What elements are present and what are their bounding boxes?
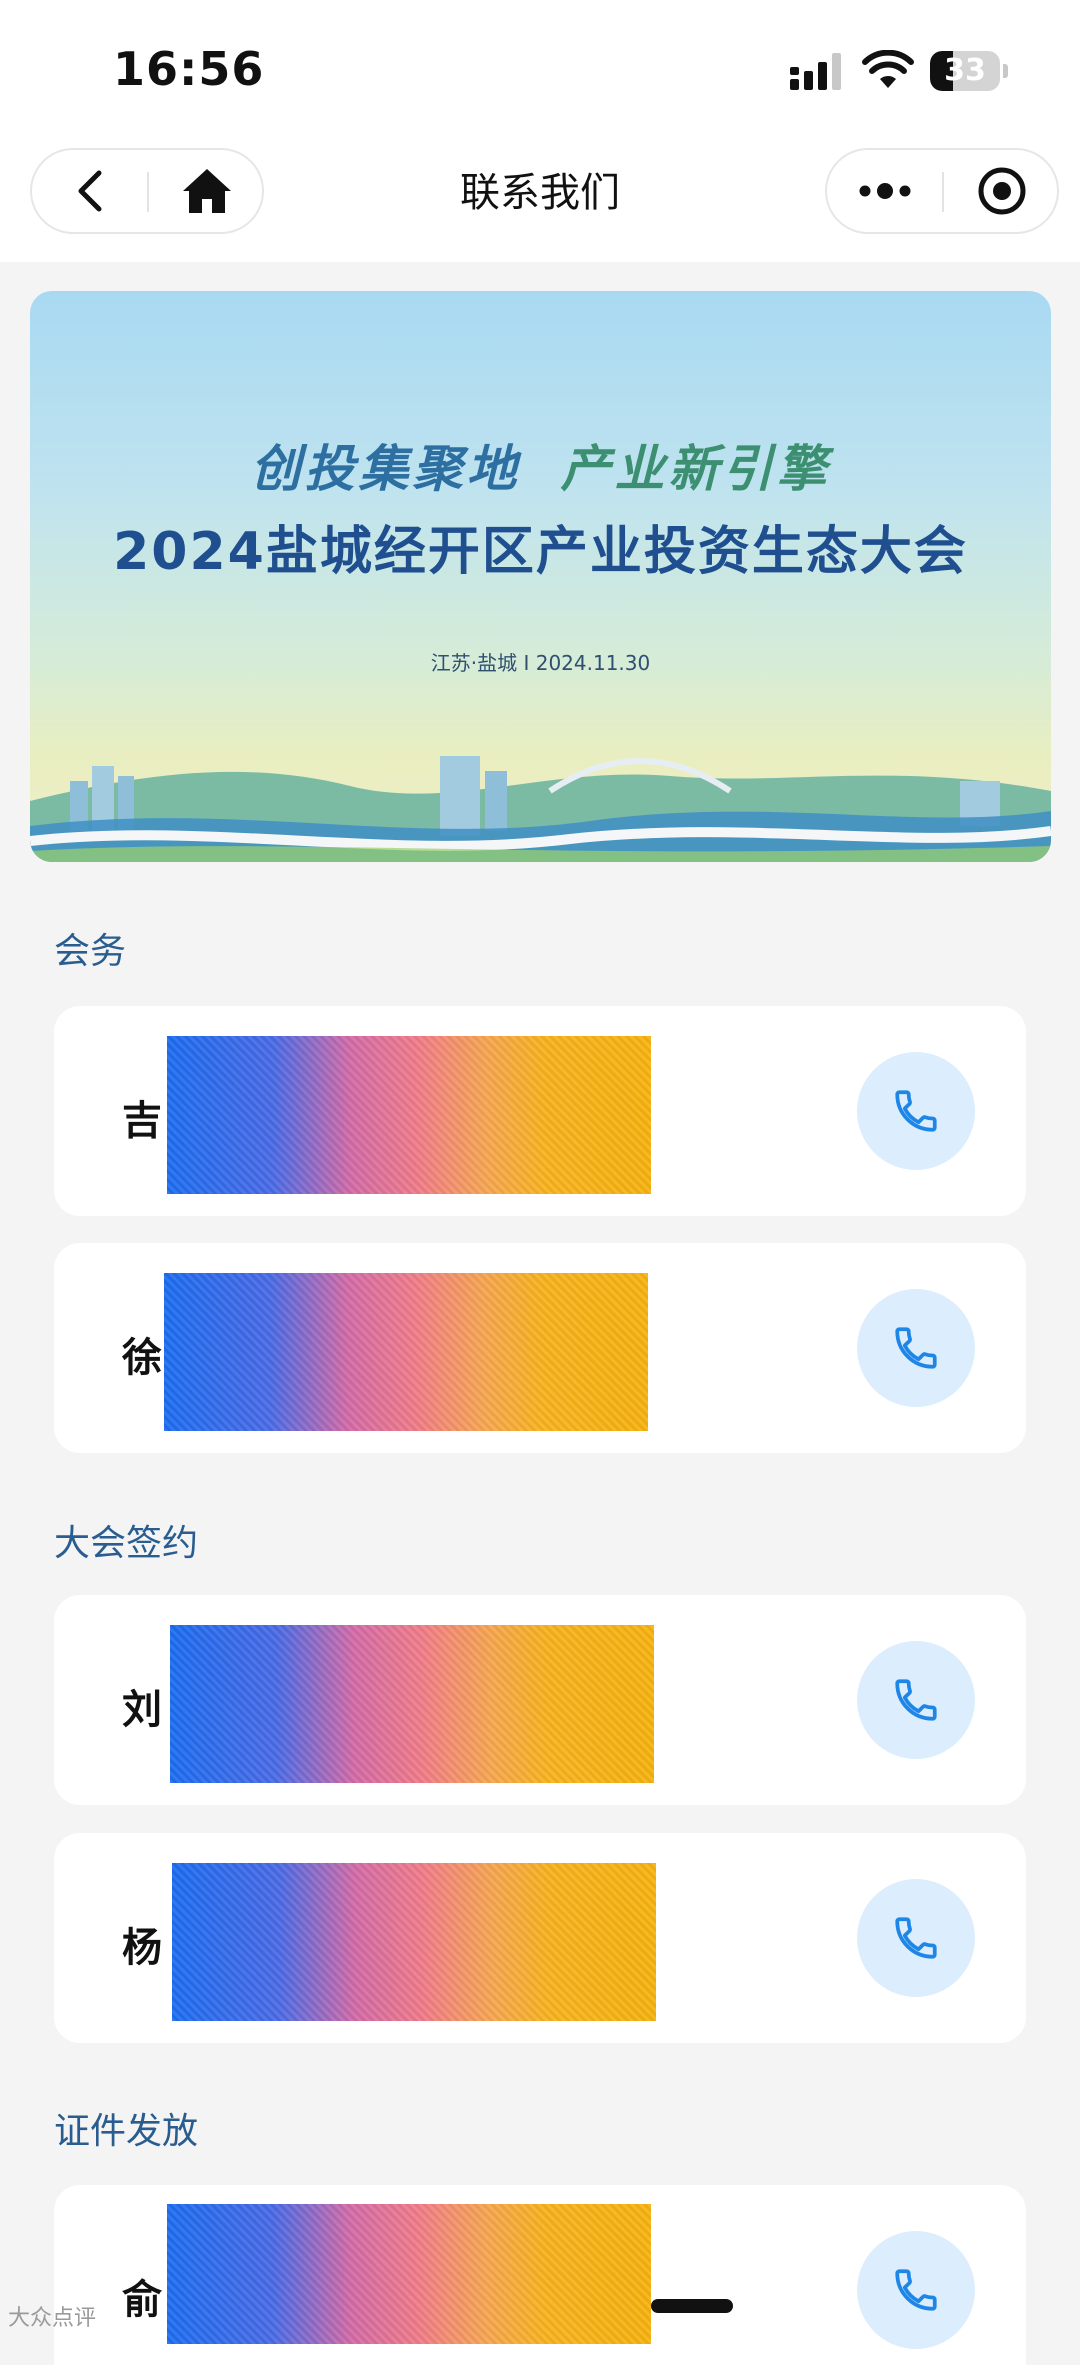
home-icon	[182, 169, 231, 213]
call-button[interactable]	[857, 2231, 975, 2349]
wifi-icon	[862, 50, 914, 88]
top-bar: 16:56 33 联系我们	[0, 0, 1080, 262]
section-title-conference: 会务	[54, 931, 127, 972]
redaction-overlay	[167, 2204, 651, 2344]
banner-slogan: 创投集聚地 产业新引擎	[30, 429, 1051, 501]
nav-left-capsule	[30, 148, 264, 234]
banner-slogan-part1: 创投集聚地	[250, 439, 521, 498]
banner-slogan-part2: 产业新引擎	[560, 439, 831, 498]
redaction-overlay	[167, 1036, 651, 1194]
redaction-overlay	[164, 1273, 648, 1431]
battery-indicator: 33	[930, 51, 1010, 91]
section-title-signing: 大会签约	[54, 1523, 199, 1564]
target-circle-icon	[978, 167, 1025, 215]
call-button[interactable]	[857, 1879, 975, 1997]
contact-card: 俞	[54, 2185, 1026, 2365]
battery-level-text: 33	[944, 53, 986, 88]
page-title: 联系我们	[460, 170, 620, 216]
back-button[interactable]	[32, 150, 147, 232]
event-banner: 创投集聚地 产业新引擎 2024盐城经开区产业投资生态大会 江苏·盐城 I 202…	[30, 291, 1051, 862]
phone-icon	[895, 1679, 937, 1721]
contact-name: 吉	[122, 1098, 162, 1144]
watermark: 大众点评	[8, 2306, 97, 2331]
phone-icon	[895, 2269, 937, 2311]
section-title-badge-issuance: 证件发放	[54, 2111, 199, 2152]
home-button[interactable]	[149, 150, 264, 232]
cellular-signal-icon	[790, 53, 841, 90]
contact-name: 俞	[122, 2277, 162, 2323]
call-button[interactable]	[857, 1641, 975, 1759]
banner-subtitle: 江苏·盐城 I 2024.11.30	[430, 651, 651, 675]
phone-icon	[895, 1327, 937, 1369]
close-miniapp-button[interactable]	[944, 150, 1059, 232]
contact-card: 刘	[54, 1595, 1026, 1805]
phone-icon	[895, 1090, 937, 1132]
more-dots-icon	[859, 183, 910, 199]
chevron-left-icon	[78, 170, 101, 212]
phone-icon	[895, 1917, 937, 1959]
call-button[interactable]	[857, 1289, 975, 1407]
status-time: 16:56	[113, 42, 265, 96]
more-button[interactable]	[827, 150, 942, 232]
redaction-overlay	[170, 1625, 654, 1783]
redaction-overlay	[172, 1863, 656, 2021]
contact-name: 徐	[122, 1335, 162, 1381]
contact-card: 吉	[54, 1006, 1026, 1216]
contact-name: 杨	[122, 1925, 162, 1971]
contact-card: 徐	[54, 1243, 1026, 1453]
contact-card: 杨	[54, 1833, 1026, 2043]
contact-name: 刘	[122, 1687, 162, 1733]
banner-title: 2024盐城经开区产业投资生态大会	[113, 522, 968, 582]
call-button[interactable]	[857, 1052, 975, 1170]
nav-right-capsule	[825, 148, 1059, 234]
home-indicator[interactable]	[651, 2299, 733, 2313]
city-skyline-illustration	[30, 756, 1051, 862]
